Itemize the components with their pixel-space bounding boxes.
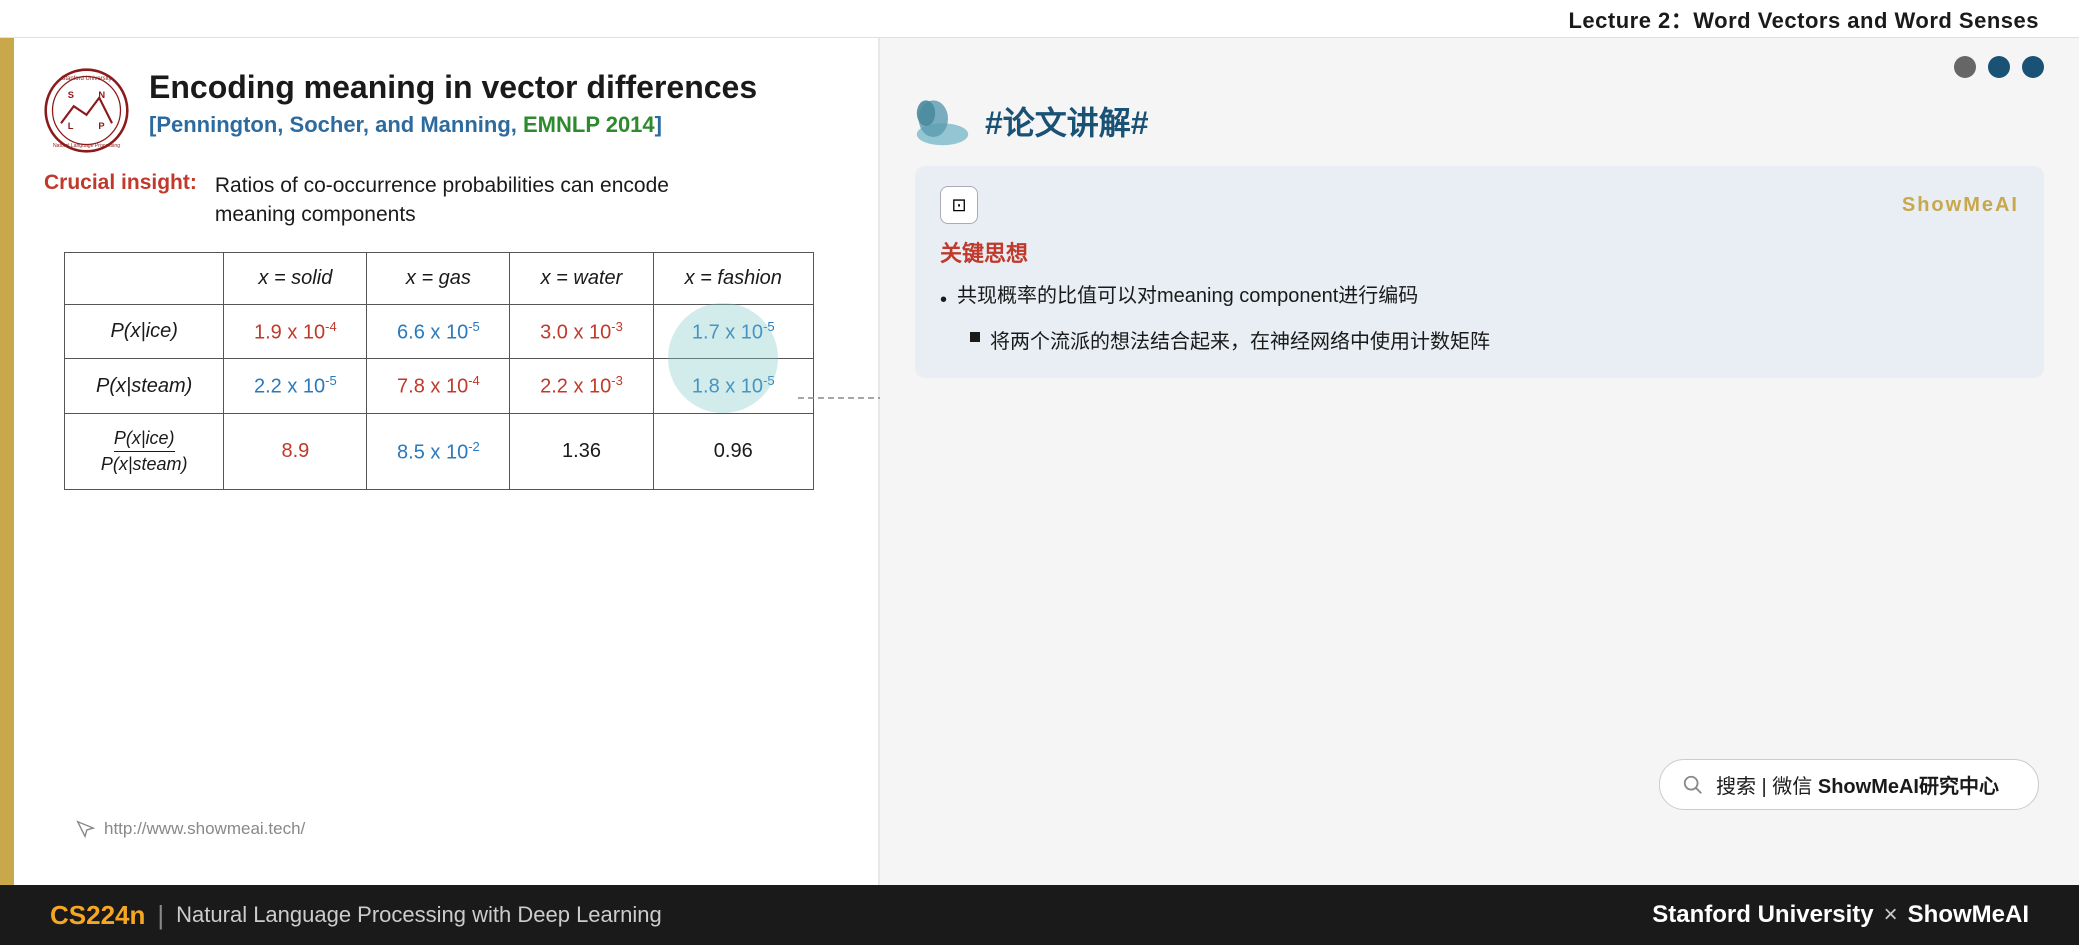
subtitle-part1: [Pennington, Socher, and Manning, — [149, 112, 523, 137]
bottom-separator: | — [157, 900, 164, 931]
svg-text:P: P — [98, 121, 104, 131]
cell-steam-water: 2.2 x 10-3 — [510, 359, 653, 414]
table-empty-header — [65, 252, 224, 304]
table-col-fashion: x = fashion — [653, 252, 813, 304]
card-bullet-main: • 共现概率的比值可以对meaning component进行编码 — [940, 280, 2019, 316]
table-col-solid: x = solid — [224, 252, 367, 304]
course-name: Natural Language Processing with Deep Le… — [176, 902, 662, 928]
bullet-dot: • — [940, 284, 947, 316]
slide-inner: S N L P Natural Language Processing Stan… — [44, 68, 843, 855]
lecture-title-bar: Lecture 2：Word Vectors and Word Senses — [0, 0, 2079, 38]
wave-icon — [915, 93, 970, 148]
cursor-icon — [74, 818, 96, 840]
row-header-steam: P(x|steam) — [65, 359, 224, 414]
search-bar[interactable]: 搜索 | 微信 ShowMeAI研究中心 — [1659, 759, 2039, 810]
card-top-row: ⊡ ShowMeAI — [940, 186, 2019, 224]
crucial-text: Ratios of co-occurrence probabilities ca… — [215, 171, 669, 230]
annotation-card: ⊡ ShowMeAI 关键思想 • 共现概率的比值可以对meaning comp… — [915, 166, 2044, 378]
hashtag-text: #论文讲解# — [985, 98, 1149, 144]
course-code: CS224n — [50, 900, 145, 931]
slide-url: http://www.showmeai.tech/ — [74, 818, 305, 840]
main-content: S N L P Natural Language Processing Stan… — [0, 38, 2079, 885]
bottom-x: × — [1884, 901, 1898, 929]
search-bar-text: 搜索 | 微信 ShowMeAI研究中心 — [1716, 770, 1999, 799]
card-sub-bullet: 将两个流派的想法结合起来，在神经网络中使用计数矩阵 — [970, 326, 2019, 358]
svg-text:Stanford University: Stanford University — [61, 76, 111, 82]
cell-ice-water: 3.0 x 10-3 — [510, 304, 653, 359]
cell-steam-solid: 2.2 x 10-5 — [224, 359, 367, 414]
crucial-label: Crucial insight: — [44, 171, 197, 195]
row-header-ice: P(x|ice) — [65, 304, 224, 359]
url-text: http://www.showmeai.tech/ — [104, 819, 305, 839]
cell-ratio-solid: 8.9 — [224, 414, 367, 490]
bottom-bar: CS224n | Natural Language Processing wit… — [0, 885, 2079, 945]
ratio-denominator: P(x|steam) — [101, 452, 188, 475]
card-bullet-text: 共现概率的比值可以对meaning component进行编码 — [957, 280, 1418, 312]
cell-steam-gas: 7.8 x 10-4 — [367, 359, 510, 414]
search-bar-container: 搜索 | 微信 ShowMeAI研究中心 — [1659, 759, 2039, 810]
table-col-water: x = water — [510, 252, 653, 304]
nav-dot-1[interactable] — [1954, 56, 1976, 78]
svg-text:Natural Language Processing: Natural Language Processing — [53, 143, 120, 149]
slide-main-title: Encoding meaning in vector differences — [149, 68, 843, 106]
ratio-fraction: P(x|ice) P(x|steam) — [101, 428, 188, 475]
svg-text:S: S — [68, 90, 74, 100]
cell-ice-gas: 6.6 x 10-5 — [367, 304, 510, 359]
bottom-left: CS224n | Natural Language Processing wit… — [50, 900, 662, 931]
cell-ice-solid: 1.9 x 10-4 — [224, 304, 367, 359]
lecture-title: Lecture 2：Word Vectors and Word Senses — [1568, 3, 2039, 35]
bottom-right: Stanford University × ShowMeAI — [1652, 901, 2029, 929]
hashtag-section: #论文讲解# — [915, 93, 2044, 148]
nav-dot-3[interactable] — [2022, 56, 2044, 78]
showmeai-brand: ShowMeAI — [1902, 194, 2019, 217]
nav-dot-2[interactable] — [1988, 56, 2010, 78]
table-row-ratio: P(x|ice) P(x|steam) 8.9 8.5 x 10-2 1.36 … — [65, 414, 814, 490]
subtitle-part2: ] — [655, 112, 662, 137]
card-icon-symbol: ⊡ — [951, 195, 966, 216]
slide-title-block: Encoding meaning in vector differences [… — [149, 68, 843, 138]
table-col-gas: x = gas — [367, 252, 510, 304]
nav-dots — [1954, 56, 2044, 78]
row-header-ratio: P(x|ice) P(x|steam) — [65, 414, 224, 490]
annotation-panel: #论文讲解# ⊡ ShowMeAI 关键思想 • 共现概率的比值可以对meani… — [880, 38, 2079, 885]
stanford-logo: S N L P Natural Language Processing Stan… — [44, 68, 129, 153]
cell-ratio-fashion: 0.96 — [653, 414, 813, 490]
svg-text:L: L — [68, 121, 74, 131]
cell-ratio-water: 1.36 — [510, 414, 653, 490]
card-icon: ⊡ — [940, 186, 978, 224]
showmeai-label-bottom: ShowMeAI — [1908, 901, 2029, 929]
ratio-numerator: P(x|ice) — [114, 428, 175, 452]
search-icon — [1682, 774, 1704, 796]
slide-panel: S N L P Natural Language Processing Stan… — [0, 38, 880, 885]
teal-circle-decoration — [668, 303, 778, 413]
slide-header: S N L P Natural Language Processing Stan… — [44, 68, 843, 153]
slide-subtitle: [Pennington, Socher, and Manning, EMNLP … — [149, 112, 843, 138]
card-sub-bullet-text: 将两个流派的想法结合起来，在神经网络中使用计数矩阵 — [990, 326, 1490, 358]
card-section-title: 关键思想 — [940, 236, 2019, 268]
cell-ratio-gas: 8.5 x 10-2 — [367, 414, 510, 490]
subtitle-emnlp: EMNLP 2014 — [523, 112, 655, 137]
sub-bullet-square — [970, 332, 980, 342]
stanford-label: Stanford University — [1652, 901, 1873, 929]
crucial-section: Crucial insight: Ratios of co-occurrence… — [44, 171, 843, 230]
